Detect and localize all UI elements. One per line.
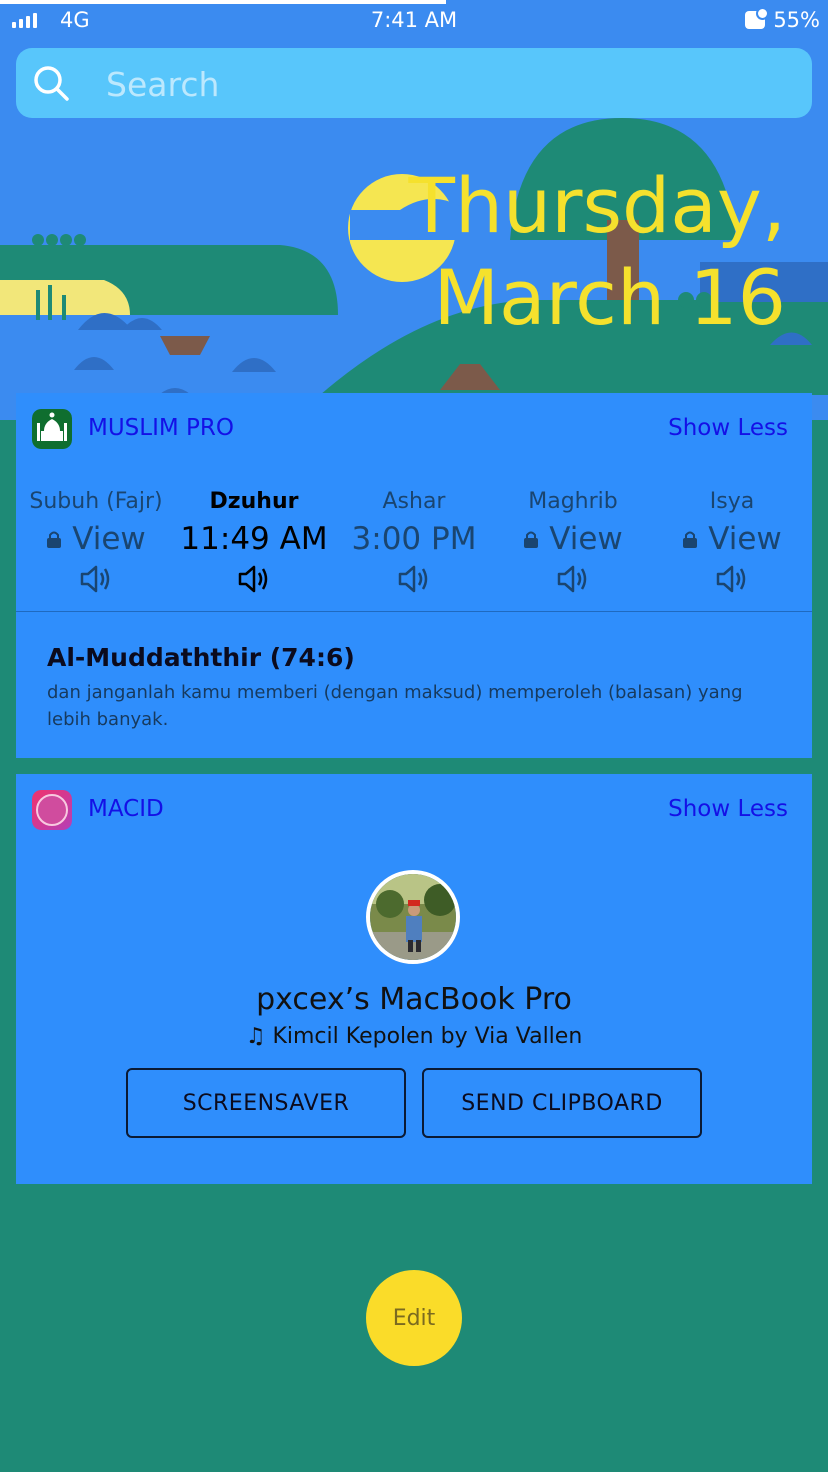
prayer-time-value: 11:49 AM	[180, 521, 328, 557]
muslim-pro-header: MUSLIM PRO Show Less	[16, 393, 812, 469]
prayer-time-value: View	[708, 521, 782, 557]
search-bar[interactable]	[16, 48, 812, 118]
date-month-day: March 16	[433, 253, 786, 342]
speaker-icon[interactable]	[396, 561, 432, 597]
speaker-icon[interactable]	[555, 561, 591, 597]
date-display: Thursday, March 16	[408, 160, 786, 344]
muslim-pro-app-icon[interactable]	[32, 409, 72, 449]
avatar	[366, 870, 460, 964]
speaker-icon[interactable]	[714, 561, 750, 597]
muslim-pro-widget: MUSLIM PRO Show Less Subuh (Fajr) View D…	[16, 393, 812, 758]
prayer-time-value: View	[549, 521, 623, 557]
status-bar: 4G 7:41 AM 55%	[0, 0, 828, 44]
battery-icon	[745, 7, 770, 29]
now-playing: ♫ Kimcil Kepolen by Via Vallen	[16, 1024, 812, 1049]
prayer-time: View	[493, 517, 653, 561]
status-time: 7:41 AM	[370, 8, 458, 32]
edit-widgets-button[interactable]: Edit	[366, 1270, 462, 1366]
muslim-pro-app-name: MUSLIM PRO	[88, 415, 234, 441]
screensaver-button[interactable]: SCREENSAVER	[126, 1068, 406, 1138]
now-playing-track: Kimcil Kepolen by Via Vallen	[272, 1024, 583, 1049]
macid-show-less-button[interactable]: Show Less	[668, 796, 788, 822]
lock-icon	[524, 531, 539, 548]
macid-app-name: MACID	[88, 796, 164, 822]
prayer-maghrib[interactable]: Maghrib View	[493, 489, 653, 597]
prayer-name: Subuh (Fajr)	[29, 489, 163, 514]
macid-app-icon[interactable]	[32, 790, 72, 830]
macid-header: MACID Show Less	[16, 774, 812, 850]
music-note-icon: ♫	[245, 1024, 266, 1049]
battery-status: 55%	[745, 7, 820, 32]
search-icon	[34, 66, 69, 101]
prayer-ashar[interactable]: Ashar 3:00 PM	[334, 489, 494, 597]
prayer-name: Dzuhur	[209, 489, 299, 514]
lock-icon	[683, 531, 698, 548]
avatar-photo	[370, 874, 456, 960]
muslim-pro-show-less-button[interactable]: Show Less	[668, 415, 788, 441]
prayer-time: 11:49 AM	[174, 517, 334, 561]
prayer-time-value: 3:00 PM	[351, 521, 477, 557]
prayer-isya[interactable]: Isya View	[652, 489, 812, 597]
device-name: pxcex’s MacBook Pro	[256, 982, 572, 1017]
prayer-time: View	[652, 517, 812, 561]
send-clipboard-button[interactable]: SEND CLIPBOARD	[422, 1068, 702, 1138]
loading-progress-line	[0, 0, 446, 4]
prayer-name: Maghrib	[528, 489, 618, 514]
date-weekday: Thursday,	[408, 161, 786, 250]
prayer-dzuhur[interactable]: Dzuhur 11:49 AM	[174, 489, 334, 597]
macid-widget: MACID Show Less pxcex’s MacBook Pro ♫ Ki…	[16, 774, 812, 1184]
lock-icon	[47, 531, 62, 548]
search-input[interactable]	[104, 60, 788, 108]
speaker-icon[interactable]	[78, 561, 114, 597]
verse-text: dan janganlah kamu memberi (dengan maksu…	[47, 682, 743, 730]
prayer-name: Ashar	[382, 489, 446, 514]
prayer-name: Isya	[709, 489, 755, 514]
prayer-time-value: View	[72, 521, 146, 557]
prayer-subuh[interactable]: Subuh (Fajr) View	[16, 489, 176, 597]
battery-percentage: 55%	[773, 8, 820, 32]
prayer-time: 3:00 PM	[334, 517, 494, 561]
widget-divider	[16, 611, 812, 612]
prayer-time: View	[16, 517, 176, 561]
verse-title[interactable]: Al-Muddaththir (74:6)	[47, 643, 355, 672]
speaker-icon[interactable]	[236, 561, 272, 597]
